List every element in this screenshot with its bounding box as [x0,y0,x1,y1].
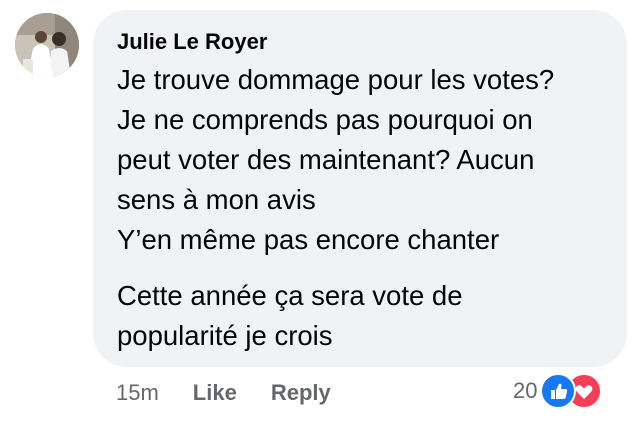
comment-paragraph: Je trouve dommage pour les votes? Je ne … [117,60,607,260]
reactions-summary[interactable]: 20 [513,373,603,409]
comment-text-line: popularité je crois [117,320,333,351]
comment-text-line: Y’en même pas encore chanter [117,224,500,255]
like-reaction-icon [540,373,577,409]
comment-actions: 15m Like Reply [116,378,365,408]
author-avatar[interactable] [15,13,79,77]
reply-button[interactable]: Reply [271,380,331,406]
reaction-count: 20 [513,378,538,403]
comment-text-line: Je ne comprends pas pourquoi on [117,104,533,135]
comment-text-line: Cette année ça sera vote de [117,280,463,311]
comment-text-line: peut voter des maintenant? Aucun [117,144,535,175]
comment-author-name[interactable]: Julie Le Royer [117,29,607,55]
comment-timestamp[interactable]: 15m [116,380,159,406]
comment-text-line: Je trouve dommage pour les votes? [117,64,555,95]
comment-bubble: Julie Le Royer Je trouve dommage pour le… [93,10,627,367]
comment-paragraph: Cette année ça sera vote de popularité j… [117,276,607,356]
comment-text-line: sens à mon avis [117,184,316,215]
profile-photo-icon [15,13,79,77]
like-button[interactable]: Like [193,380,237,406]
